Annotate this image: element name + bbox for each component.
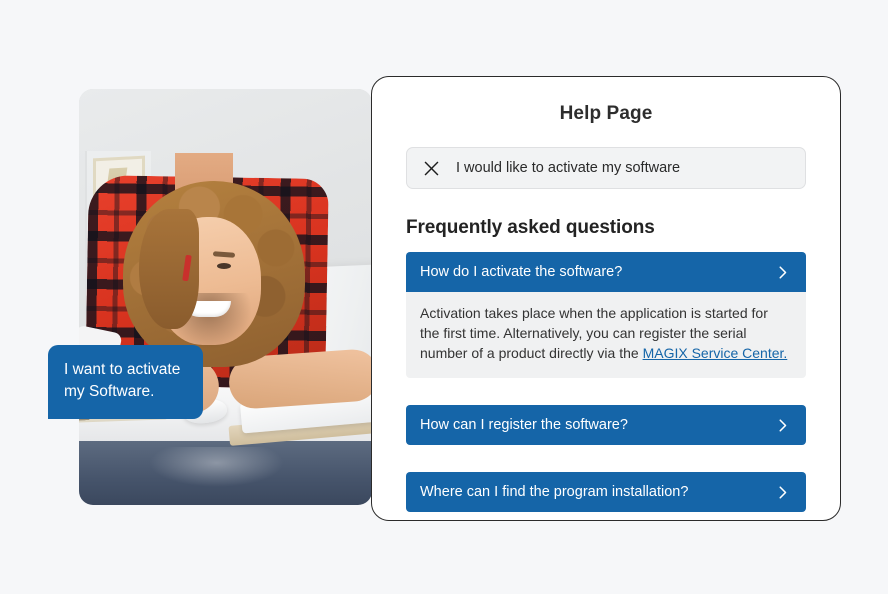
hero-photo: [79, 89, 372, 505]
photo-right-eye: [217, 263, 231, 269]
query-field[interactable]: I would like to activate my software: [406, 147, 806, 189]
screenshot-root: I want to activate my Software. Help Pag…: [0, 0, 888, 594]
faq-question-label: Where can I find the program installatio…: [420, 484, 689, 501]
photo-illustration: [79, 89, 372, 505]
faq-answer-activate: Activation takes place when the applicat…: [406, 292, 806, 379]
faq-item-register: How can I register the software?: [406, 405, 806, 446]
faq-item-installation: Where can I find the program installatio…: [406, 472, 806, 513]
chevron-right-icon[interactable]: [775, 418, 790, 433]
photo-hair-fringe: [139, 209, 199, 329]
photo-jeans: [79, 441, 372, 505]
close-icon[interactable]: [423, 160, 440, 177]
magix-service-center-link[interactable]: MAGIX Service Center.: [643, 345, 788, 361]
faq-item-activate: How do I activate the software? Activati…: [406, 252, 806, 379]
help-card: Help Page I would like to activate my so…: [371, 76, 841, 521]
speech-bubble: I want to activate my Software.: [48, 345, 203, 419]
speech-bubble-text: I want to activate my Software.: [64, 361, 181, 400]
faq-question-register[interactable]: How can I register the software?: [406, 405, 806, 446]
chevron-right-icon[interactable]: [775, 485, 790, 500]
faq-question-activate[interactable]: How do I activate the software?: [406, 252, 806, 292]
faq-question-installation[interactable]: Where can I find the program installatio…: [406, 472, 806, 513]
query-value: I would like to activate my software: [456, 160, 681, 176]
chevron-right-icon[interactable]: [775, 265, 790, 280]
faq-question-label: How can I register the software?: [420, 417, 628, 434]
faq-question-label: How do I activate the software?: [420, 264, 623, 280]
page-title: Help Page: [559, 103, 653, 124]
faq-heading: Frequently asked questions: [406, 217, 655, 238]
